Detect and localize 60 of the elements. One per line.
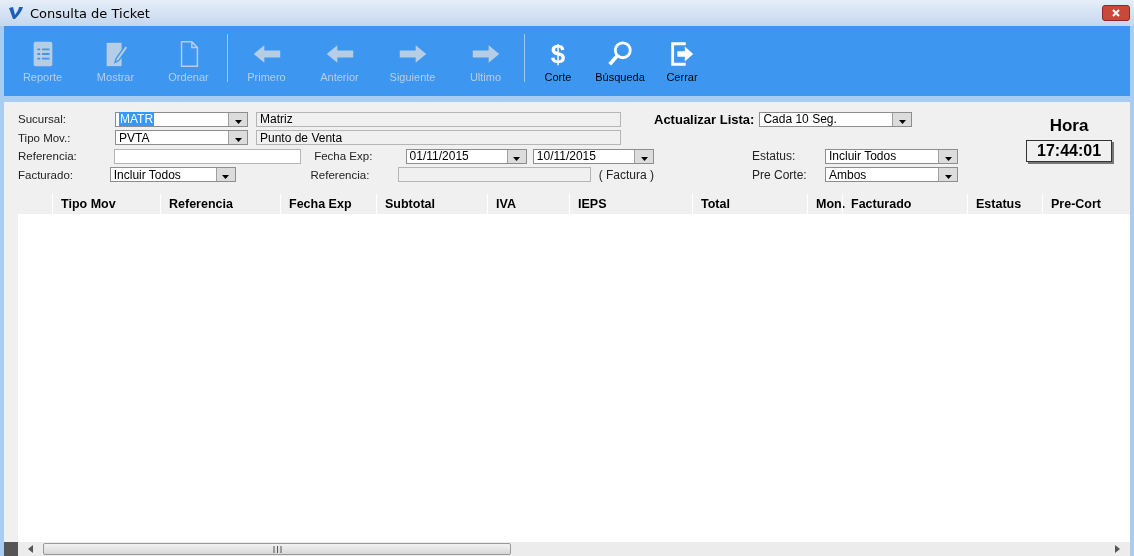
field-label: Referencia: [310,168,371,181]
toolbar-button[interactable]: $ Corte [527,26,589,96]
column-header[interactable]: IEPS [569,194,692,214]
column-header[interactable]: Total [692,194,807,214]
caret-icon [234,138,242,143]
column-header[interactable]: Fecha Exp [280,194,376,214]
dropdown-button[interactable] [634,149,653,163]
close-button[interactable] [1102,5,1130,21]
caret-icon [944,156,952,161]
readonly-field: Punto de Venta [256,130,621,146]
reference-input[interactable] [114,148,302,164]
clock-label: Hora [1049,116,1089,136]
close-icon [1111,8,1121,18]
caret-icon [234,119,242,124]
invoiced-combo[interactable]: Incluir Todos [109,167,236,183]
pre-cut-combo[interactable]: Ambos [825,167,958,183]
grip-icon [272,545,282,553]
scroll-left-icon [28,545,33,553]
horizontal-scrollbar[interactable] [4,542,1130,556]
column-header[interactable]: Subtotal [376,194,487,214]
dropdown-button[interactable] [228,131,247,145]
status-combo[interactable]: Incluir Todos [825,148,958,164]
dropdown-button[interactable] [892,112,912,126]
clock-display: 17:44:01 [1026,140,1113,162]
dropdown-button[interactable] [938,168,957,182]
column-header[interactable]: IVA [487,194,569,214]
caret-icon [898,119,906,124]
code-combo[interactable]: PVTA [115,130,248,146]
toolbar-button[interactable]: Cerrar [651,26,713,96]
date-combo[interactable]: 01/11/2015 [405,148,527,164]
scroll-right-icon [1115,545,1120,553]
caret-icon [222,175,230,180]
field-label: Sucursal: [18,113,67,126]
date-combo[interactable]: 10/11/2015 [532,148,654,164]
column-header[interactable]: Referencia [160,194,280,214]
dropdown-button[interactable] [215,168,235,182]
dropdown-button[interactable] [938,149,957,163]
field-note: ( Factura ) [598,167,654,182]
readonly-field: Matriz [256,111,621,127]
field-label: Actualizar Lista: [654,111,755,127]
window-title: Consulta de Ticket [30,5,150,21]
field-label: Estatus: [752,149,797,164]
field-label: Facturado: [18,168,74,181]
app-logo-icon [8,6,24,20]
field-label: Referencia: [18,150,78,163]
refresh-combo[interactable]: Cada 10 Seg. [759,111,913,127]
column-header[interactable]: Tipo Mov [52,194,160,214]
dropdown-button[interactable] [228,112,247,126]
field-label: Fecha Exp: [314,150,374,163]
field-label: Pre Corte: [752,167,808,182]
dropdown-button[interactable] [506,149,526,163]
caret-icon [640,156,648,161]
caret-icon [513,156,521,161]
caret-icon [944,175,952,180]
column-header[interactable]: Estatus [967,194,1042,214]
column-header[interactable]: Pre-Cort [1042,194,1134,214]
scrollbar-thumb[interactable] [43,543,511,555]
scrollbar-corner [4,542,18,556]
field-label: Tipo Mov.: [18,131,72,144]
toolbar-button[interactable]: Búsqueda [589,26,651,96]
